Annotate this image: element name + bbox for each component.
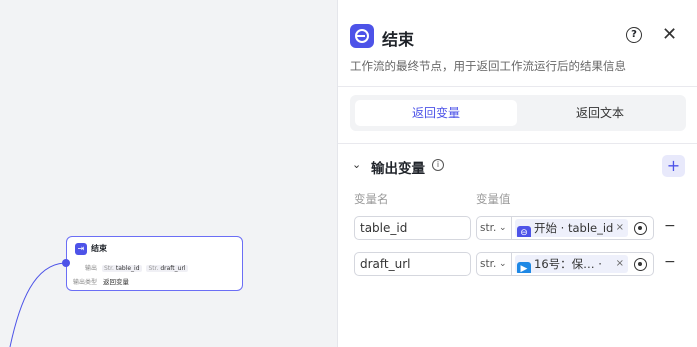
reference-tag: ⊖ 开始 · table_id × xyxy=(515,219,628,237)
help-icon[interactable]: ? xyxy=(626,27,642,43)
variable-picker-icon[interactable] xyxy=(634,258,647,271)
section-title: 输出变量 xyxy=(371,161,425,177)
info-icon[interactable]: i xyxy=(432,159,444,171)
variable-name-input[interactable]: table_id xyxy=(354,216,471,240)
panel-title: 结束 xyxy=(382,30,415,49)
tab-return-variables[interactable]: 返回变量 xyxy=(355,100,517,126)
remove-variable-button[interactable]: − xyxy=(664,218,676,234)
variable-value-field[interactable]: ▶ 16号：保… · × xyxy=(512,252,654,276)
node-var-chip: Str. table_id xyxy=(101,265,142,272)
start-node-icon: ⊖ xyxy=(517,226,531,237)
chevron-down-icon: ⌄ xyxy=(499,223,507,233)
node-mode-row: 输出类型 返回变量 xyxy=(73,276,129,286)
mode-tabs: 返回变量 返回文本 xyxy=(350,95,686,131)
type-select[interactable]: str. ⌄ xyxy=(476,216,512,240)
workflow-canvas[interactable]: ⇥ 结束 输出 Str. table_id Str. draft_url 输出类… xyxy=(0,0,337,347)
variable-picker-icon[interactable] xyxy=(634,222,647,235)
node-var-chip: Str. draft_url xyxy=(146,265,188,272)
node-mode-value: 返回变量 xyxy=(102,278,129,286)
end-node[interactable]: ⇥ 结束 输出 Str. table_id Str. draft_url 输出类… xyxy=(62,236,243,291)
variable-row: draft_url str. ⌄ ▶ 16号：保… · × − xyxy=(338,252,697,276)
tab-return-text[interactable]: 返回文本 xyxy=(519,100,681,126)
end-node-title: 结束 xyxy=(91,244,107,253)
type-select[interactable]: str. ⌄ xyxy=(476,252,512,276)
end-node-icon: ⇥ xyxy=(75,243,87,255)
variable-row: table_id str. ⌄ ⊖ 开始 · table_id × − xyxy=(338,216,697,240)
end-node-icon xyxy=(350,24,374,48)
clear-reference-icon[interactable]: × xyxy=(616,219,624,237)
reference-label: 16号：保… · xyxy=(534,257,602,271)
variable-name-input[interactable]: draft_url xyxy=(354,252,471,276)
column-header-name: 变量名 xyxy=(354,192,389,206)
remove-variable-button[interactable]: − xyxy=(664,254,676,270)
node-output-row: 输出 Str. table_id Str. draft_url xyxy=(73,263,188,272)
column-header-value: 变量值 xyxy=(476,192,511,206)
panel-description: 工作流的最终节点，用于返回工作流运行后的结果信息 xyxy=(350,59,626,73)
input-port[interactable] xyxy=(62,259,70,267)
variable-value-field[interactable]: ⊖ 开始 · table_id × xyxy=(512,216,654,240)
plugin-node-icon: ▶ xyxy=(517,262,531,273)
add-variable-button[interactable]: + xyxy=(662,155,685,177)
divider xyxy=(338,143,697,144)
chevron-down-icon: ⌄ xyxy=(499,259,507,269)
reference-label: 开始 · table_id xyxy=(534,221,614,235)
node-config-panel: 结束 ? ✕ 工作流的最终节点，用于返回工作流运行后的结果信息 返回变量 返回文… xyxy=(337,0,697,347)
close-icon[interactable]: ✕ xyxy=(662,24,677,46)
reference-tag: ▶ 16号：保… · × xyxy=(515,255,628,273)
divider xyxy=(338,86,697,87)
chevron-down-icon[interactable]: ⌄ xyxy=(352,158,361,171)
node-mode-label: 输出类型 xyxy=(73,279,98,286)
connection-edge xyxy=(9,262,65,347)
clear-reference-icon[interactable]: × xyxy=(616,255,624,273)
node-output-label: 输出 xyxy=(85,265,98,272)
